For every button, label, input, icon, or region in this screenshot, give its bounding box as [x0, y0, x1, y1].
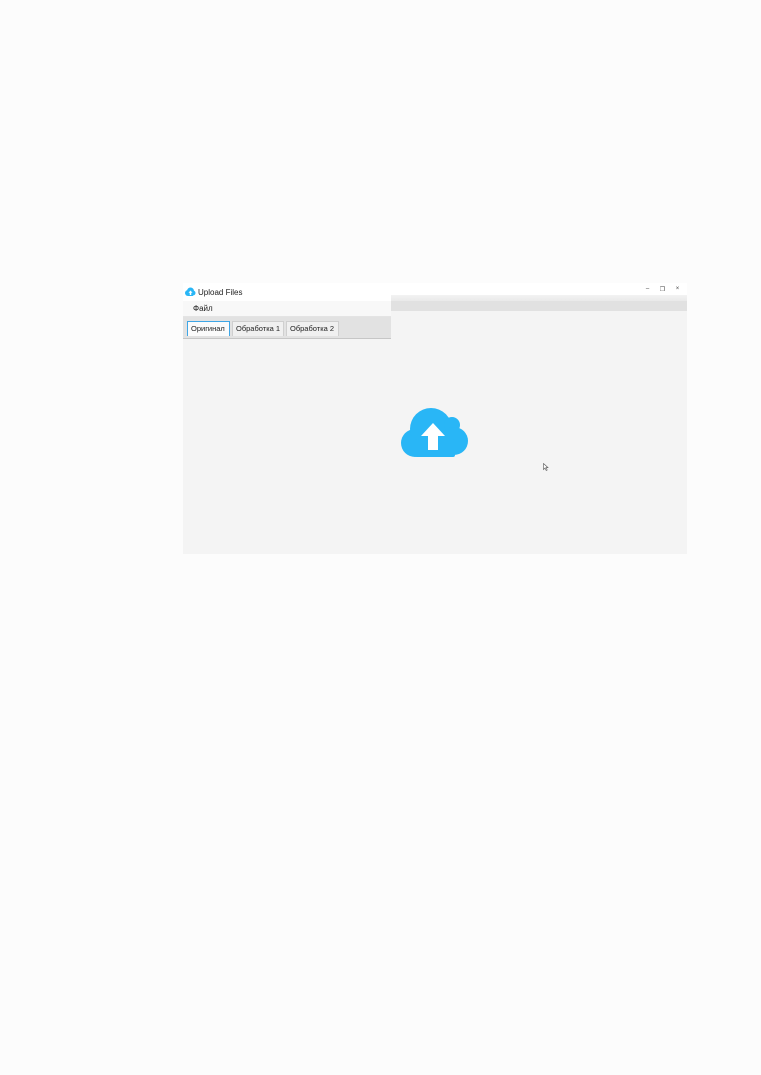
window-title: Upload Files — [198, 288, 243, 297]
app-window: Upload Files – ❐ × Файл Оригинал Обработ… — [183, 283, 687, 554]
maximize-button[interactable]: ❐ — [655, 283, 670, 295]
tab-processing-1[interactable]: Обработка 1 — [232, 321, 284, 336]
tab-processing-2[interactable]: Обработка 2 — [286, 321, 339, 336]
window-controls: – ❐ × — [640, 283, 685, 295]
cloud-upload-icon — [185, 287, 196, 296]
close-button[interactable]: × — [670, 283, 685, 295]
mouse-cursor-icon — [543, 463, 549, 471]
menu-file[interactable]: Файл — [193, 304, 213, 313]
menu-bar: Файл — [183, 301, 391, 317]
header-strip-shadow — [391, 301, 687, 311]
cloud-upload-icon[interactable] — [401, 407, 469, 459]
tab-bar: Оригинал Обработка 1 Обработка 2 — [183, 317, 391, 339]
minimize-button[interactable]: – — [640, 283, 655, 295]
upload-drop-area[interactable] — [183, 339, 687, 554]
tab-original[interactable]: Оригинал — [187, 321, 230, 336]
